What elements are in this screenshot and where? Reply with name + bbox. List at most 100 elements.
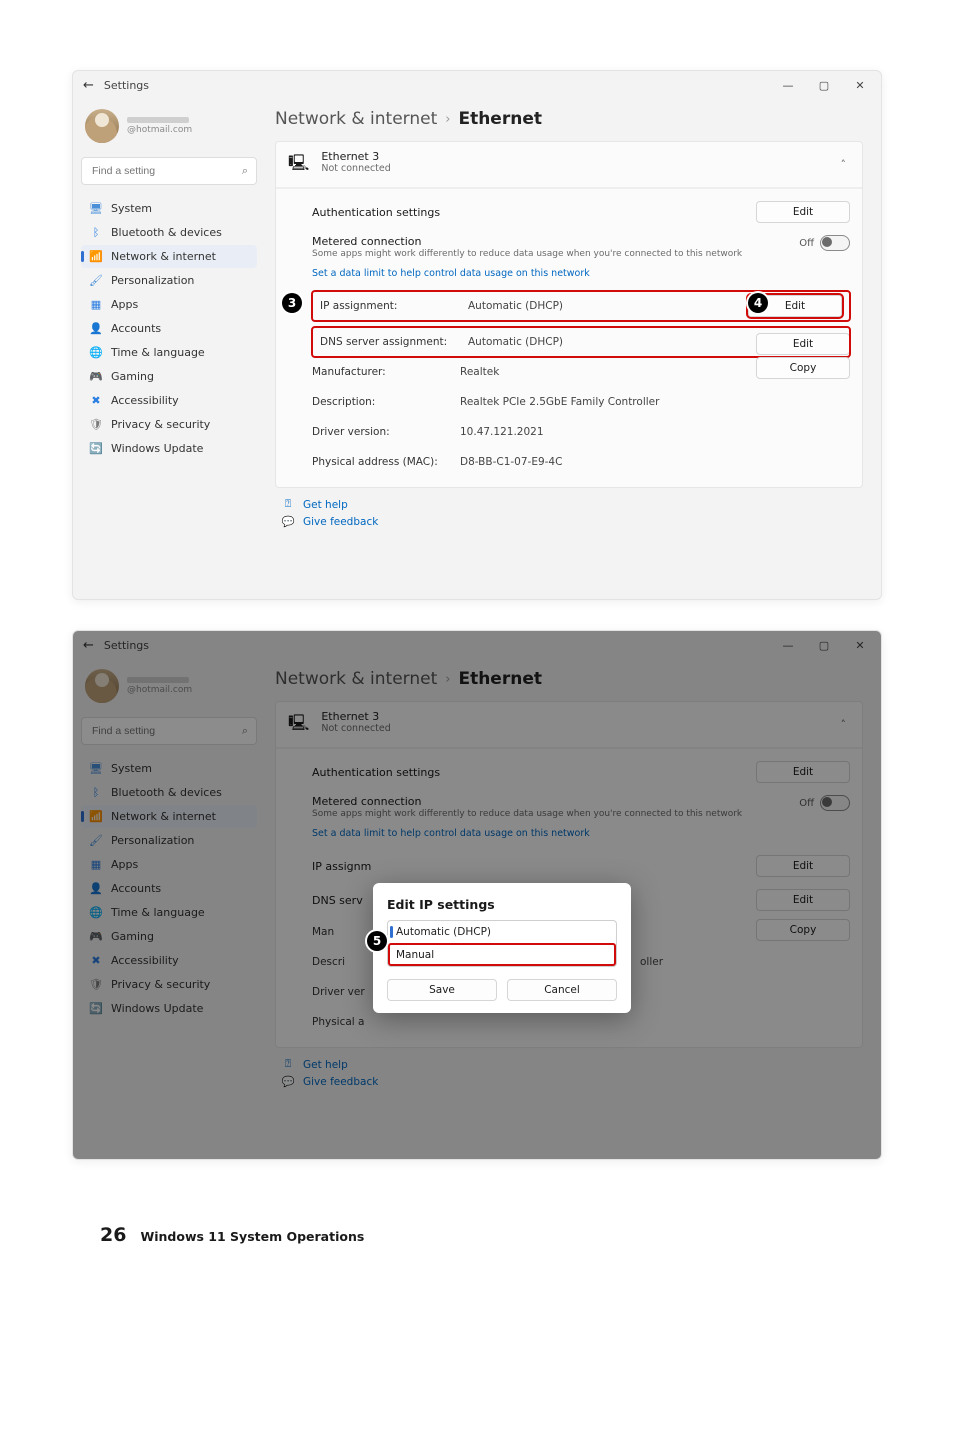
adapter-name: Ethernet 3 — [321, 150, 390, 163]
help-icon: ⍰ — [281, 498, 295, 511]
sidebar-item-label: System — [111, 202, 152, 215]
give-feedback-label: Give feedback — [303, 516, 378, 528]
account-name-redacted — [127, 117, 189, 123]
sidebar: @hotmail.com ⌕ 🖥 System ᛒ Bluetooth & devi… — [73, 99, 265, 599]
callout-badge-5: 5 — [367, 931, 387, 951]
search-input[interactable] — [90, 164, 242, 178]
data-limit-link[interactable]: Set a data limit to help control data us… — [312, 268, 742, 279]
sidebar-item-bluetooth[interactable]: ᛒ Bluetooth & devices — [81, 221, 257, 244]
ip-mode-select[interactable]: Automatic (DHCP) Manual — [387, 920, 617, 967]
bluetooth-icon: ᛒ — [89, 226, 103, 239]
ip-assignment-value: Automatic (DHCP) — [468, 300, 563, 312]
sidebar-item-accessibility[interactable]: ✖Accessibility — [81, 389, 257, 412]
help-links: ⍰ Get help 💬 Give feedback — [275, 488, 863, 528]
nav-list: 🖥 System ᛒ Bluetooth & devices 📶 Network & … — [81, 197, 257, 460]
sidebar-item-accounts[interactable]: 👤 Accounts — [81, 317, 257, 340]
time-icon: 🌐 — [89, 346, 103, 359]
sidebar-item-gaming[interactable]: 🎮Gaming — [81, 365, 257, 388]
sidebar-item-label: Bluetooth & devices — [111, 226, 222, 239]
privacy-icon: 🛡 — [89, 418, 103, 431]
account-email: @hotmail.com — [127, 125, 192, 135]
dns-assignment-value: Automatic (DHCP) — [468, 336, 563, 348]
sidebar-item-label: Accounts — [111, 322, 161, 335]
dns-edit-button[interactable]: Edit — [756, 333, 850, 355]
chevron-right-icon: › — [445, 112, 450, 127]
adapter-status: Not connected — [321, 163, 390, 174]
update-icon: 🔄 — [89, 442, 103, 455]
description-value: Realtek PCIe 2.5GbE Family Controller — [460, 396, 659, 408]
sidebar-item-apps[interactable]: ▦ Apps — [81, 293, 257, 316]
ip-assignment-label: IP assignment: — [320, 300, 450, 312]
settings-window-1: ← Settings — ▢ ✕ @hotmail.com — [72, 70, 882, 600]
breadcrumb: Network & internet › Ethernet — [275, 105, 863, 141]
manufacturer-key: Manufacturer: — [312, 366, 442, 378]
option-manual[interactable]: Manual — [388, 943, 616, 966]
book-title: Windows 11 System Operations — [140, 1229, 364, 1244]
option-automatic[interactable]: Automatic (DHCP) — [388, 921, 616, 943]
maximize-button[interactable]: ▢ — [807, 73, 841, 97]
mac-key: Physical address (MAC): — [312, 456, 442, 468]
sidebar-item-privacy[interactable]: 🛡 Privacy & security — [81, 413, 257, 436]
dns-assignment-label: DNS server assignment: — [320, 336, 450, 348]
callout-badge-3: 3 — [282, 293, 302, 313]
auth-edit-button[interactable]: Edit — [756, 201, 850, 223]
sidebar-item-update[interactable]: 🔄 Windows Update — [81, 437, 257, 460]
mac-value: D8-BB-C1-07-E9-4C — [460, 456, 562, 468]
ethernet-header-row[interactable]: 🖳 Ethernet 3 Not connected ˄ — [276, 142, 862, 188]
breadcrumb-parent[interactable]: Network & internet — [275, 109, 437, 129]
description-key: Description: — [312, 396, 442, 408]
chevron-up-icon[interactable]: ˄ — [837, 154, 851, 175]
sidebar-item-system[interactable]: 🖥 System — [81, 197, 257, 220]
network-icon: 📶 — [89, 250, 103, 263]
metered-row: Metered connection Some apps might work … — [312, 229, 850, 285]
minimize-button[interactable]: — — [771, 73, 805, 97]
search-icon: ⌕ — [242, 164, 248, 178]
give-feedback-link[interactable]: 💬 Give feedback — [281, 515, 863, 528]
details-block: Copy Manufacturer: Realtek Description: Re… — [312, 355, 850, 477]
save-button[interactable]: Save — [387, 979, 497, 1001]
account-block[interactable]: @hotmail.com — [81, 105, 257, 151]
sidebar-item-label: Personalization — [111, 274, 194, 287]
sidebar-item-label: Privacy & security — [111, 418, 210, 431]
close-button[interactable]: ✕ — [843, 73, 877, 97]
feedback-icon: 💬 — [281, 515, 295, 528]
callout-badge-4: 4 — [748, 293, 768, 313]
titlebar: ← Settings — ▢ ✕ — [73, 71, 881, 99]
app-title: Settings — [104, 79, 149, 92]
accounts-icon: 👤 — [89, 322, 103, 335]
gaming-icon: 🎮 — [89, 370, 103, 383]
sidebar-item-label: Network & internet — [111, 250, 216, 263]
main-panel: Network & internet › Ethernet 🖳 Ethernet… — [265, 99, 881, 599]
driver-value: 10.47.121.2021 — [460, 426, 544, 438]
avatar — [85, 109, 119, 143]
personalization-icon: 🖌 — [89, 274, 103, 287]
settings-window-2: ← Settings — ▢ ✕ @hotmail.com — [72, 630, 882, 1160]
page-footer: 26 Windows 11 System Operations — [0, 1190, 954, 1246]
get-help-label: Get help — [303, 499, 348, 511]
system-icon: 🖥 — [89, 202, 103, 215]
ethernet-icon: 🖳 — [288, 152, 309, 179]
sidebar-item-time[interactable]: 🌐 Time & language — [81, 341, 257, 364]
driver-key: Driver version: — [312, 426, 442, 438]
back-button[interactable]: ← — [83, 78, 94, 93]
cancel-button[interactable]: Cancel — [507, 979, 617, 1001]
metered-label: Metered connection — [312, 235, 742, 248]
accessibility-icon: ✖ — [89, 394, 103, 407]
metered-toggle[interactable]: Off — [799, 235, 850, 251]
sidebar-item-label: Time & language — [111, 346, 205, 359]
toggle-state-label: Off — [799, 238, 814, 249]
auth-label: Authentication settings — [312, 206, 440, 219]
get-help-link[interactable]: ⍰ Get help — [281, 498, 863, 511]
apps-icon: ▦ — [89, 298, 103, 311]
sidebar-item-label: Windows Update — [111, 442, 203, 455]
sidebar-item-network[interactable]: 📶 Network & internet — [81, 245, 257, 268]
toggle-knob — [822, 237, 832, 247]
manufacturer-value: Realtek — [460, 366, 499, 378]
page-number: 26 — [100, 1224, 126, 1246]
copy-button[interactable]: Copy — [756, 357, 850, 379]
ethernet-card: 🖳 Ethernet 3 Not connected ˄ Authenticat… — [275, 141, 863, 488]
sidebar-item-label: Apps — [111, 298, 138, 311]
dialog-title: Edit IP settings — [387, 897, 617, 912]
sidebar-item-personalization[interactable]: 🖌 Personalization — [81, 269, 257, 292]
search-box[interactable]: ⌕ — [81, 157, 257, 185]
